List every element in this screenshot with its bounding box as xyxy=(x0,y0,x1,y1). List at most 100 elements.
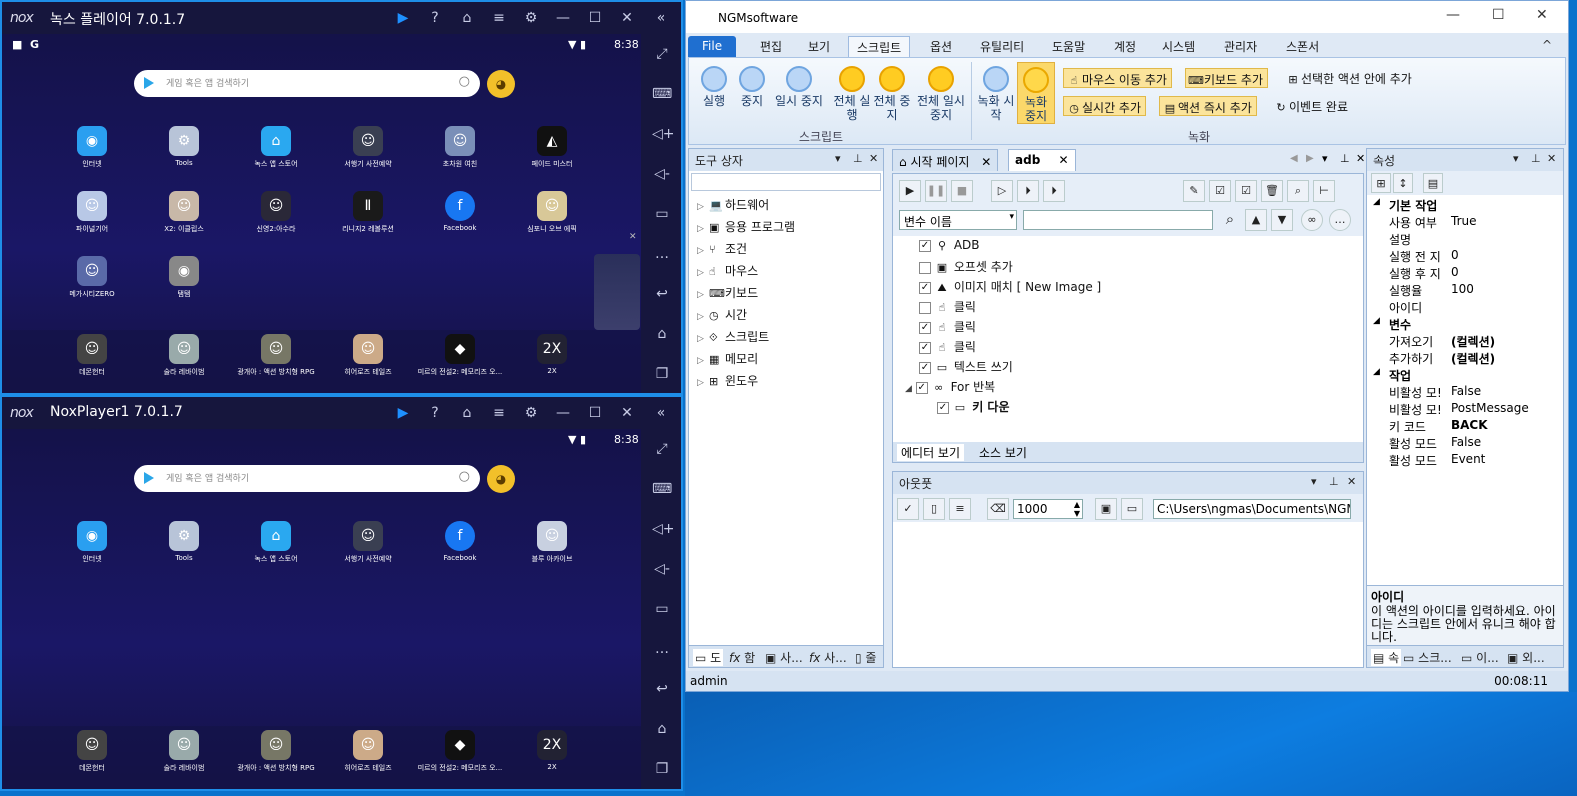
dock-app[interactable]: ☺ 데몬헌터 xyxy=(47,730,137,773)
app-icon[interactable]: ☺ 초차원 여친 xyxy=(415,126,505,169)
dropdown-icon[interactable]: ▾ xyxy=(835,152,841,165)
theme-icon[interactable]: ⌂ xyxy=(458,9,476,27)
home-icon[interactable]: ⌂ xyxy=(652,324,672,344)
checkbox[interactable]: ✓ xyxy=(915,381,928,394)
tab-editor-view[interactable]: 에디터 보기 xyxy=(897,444,965,461)
tree-item[interactable]: ▷ ▣ 응용 프로그램 xyxy=(697,217,795,239)
bottom-tab[interactable]: fx 함 xyxy=(729,649,755,666)
tab-list-icon[interactable]: ▾ xyxy=(1322,152,1328,165)
dock-app[interactable]: ☺ 히어로즈 테일즈 xyxy=(323,334,413,377)
property-row[interactable]: 실행 전 지0 xyxy=(1367,248,1563,265)
dock-app[interactable]: 2X 2X xyxy=(507,334,597,375)
back-icon[interactable]: ↩ xyxy=(652,679,672,699)
settings-icon[interactable]: ⚙ xyxy=(522,9,540,27)
dock-app[interactable]: ☺ 광개아 : 액션 방치형 RPG xyxy=(231,334,321,377)
search-icon[interactable]: ○ xyxy=(459,74,470,89)
property-row[interactable]: 추가하기 (컬렉션) xyxy=(1367,350,1563,367)
dropdown-icon[interactable]: ▾ xyxy=(1513,152,1519,165)
toolbox-search-input[interactable] xyxy=(691,173,881,191)
checkbox[interactable]: ✓ xyxy=(937,401,949,414)
property-row[interactable]: 키 코드 BACK xyxy=(1367,418,1563,435)
search-icon[interactable]: ○ xyxy=(459,469,470,484)
dock-app[interactable]: ☺ 광개아 : 액션 방치형 RPG xyxy=(231,730,321,773)
dock-app[interactable]: 2X 2X xyxy=(507,730,597,771)
search-icon[interactable]: ⌕ xyxy=(1287,180,1309,202)
screen-icon[interactable]: ▭ xyxy=(652,204,672,224)
action-row[interactable]: ✓ ▭ 키 다운 xyxy=(937,398,1010,416)
help-icon[interactable]: ? xyxy=(426,404,444,422)
bottom-tab[interactable]: ▭ 이... xyxy=(1461,649,1499,666)
dock-app[interactable]: ☺ 술라 레바이범 xyxy=(139,334,229,377)
property-row[interactable]: 설명 xyxy=(1367,231,1563,248)
home-icon[interactable]: ⌂ xyxy=(652,719,672,739)
app-icon[interactable]: ◭ 페이드 미스터 xyxy=(507,126,597,169)
property-row[interactable]: 사용 여부 True xyxy=(1367,214,1563,231)
app-icon[interactable]: ◉ 탬탬 xyxy=(139,256,229,299)
edit-icon[interactable]: ✎ xyxy=(1183,180,1205,202)
more-icon[interactable]: … xyxy=(652,639,672,659)
doc-icon[interactable]: ▯ xyxy=(923,498,945,520)
add-mouse-move-button[interactable]: ☝ 마우스 이동 추가 xyxy=(1063,68,1172,88)
more-icon[interactable]: … xyxy=(652,244,672,264)
stop-icon[interactable]: ■ xyxy=(951,180,973,202)
tree-item[interactable]: ▷ ◷ 시간 xyxy=(697,305,795,327)
bottom-tab[interactable]: ▯ 줄 xyxy=(855,649,876,666)
fullscreen-icon[interactable]: ⤢ xyxy=(652,44,672,64)
bottom-tab[interactable]: ▤ 속 xyxy=(1371,649,1402,666)
action-row[interactable]: ▣ 오프셋 추가 xyxy=(919,258,1013,276)
checkbox[interactable] xyxy=(919,261,931,274)
run-all-button[interactable]: 전체 실행 xyxy=(833,66,871,122)
action-row[interactable]: ✓ ☝ 클릭 xyxy=(919,318,976,336)
minimize-icon[interactable]: — xyxy=(554,9,572,27)
record-stop-button[interactable]: 녹화 중지 xyxy=(1017,62,1055,124)
save-icon[interactable]: ▣ xyxy=(1095,498,1117,520)
property-row[interactable]: 실행 후 지0 xyxy=(1367,265,1563,282)
checkbox[interactable]: ✓ xyxy=(919,341,931,354)
dock-app[interactable]: ◆ 미르의 전설2: 메모리즈 오... xyxy=(415,334,505,377)
pause-icon[interactable]: ❚❚ xyxy=(925,180,947,202)
tree-item[interactable]: ▷ ☝ 마우스 xyxy=(697,261,795,283)
dock-app[interactable]: ☺ 술라 레바이범 xyxy=(139,730,229,773)
bottom-tab[interactable]: ▭ 스크... xyxy=(1403,649,1452,666)
variable-select[interactable]: 변수 이름 ▾ xyxy=(899,210,1017,230)
volume-up-icon[interactable]: ◁+ xyxy=(652,124,675,144)
property-row[interactable]: 비활성 모! False xyxy=(1367,384,1563,401)
property-category[interactable]: ◢ 변수 xyxy=(1367,316,1563,333)
tab-utility[interactable]: 유틸리티 xyxy=(972,36,1032,57)
tab-view[interactable]: 보기 xyxy=(800,36,838,57)
app-icon[interactable]: ⌂ 녹스 앱 스토어 xyxy=(231,521,321,564)
play-icon[interactable]: ▶ xyxy=(899,180,921,202)
app-icon[interactable]: f Facebook xyxy=(415,191,505,232)
property-category[interactable]: ◢ 기본 작업 xyxy=(1367,197,1563,214)
bottom-tab[interactable]: ▣ 사... xyxy=(765,649,803,666)
maximize-icon[interactable]: ☐ xyxy=(1492,7,1505,23)
collapse-ribbon-icon[interactable]: ^ xyxy=(1534,36,1560,57)
app-icon[interactable]: ⌂ 녹스 앱 스토어 xyxy=(231,126,321,169)
collapse-sidebar-icon[interactable]: « xyxy=(652,404,670,422)
android-screen[interactable]: ■ G ▼ ▮ 8:38 게임 혹은 앱 검색하기 ○ ◕ ◉ 인터넷 ⚙ Tool… xyxy=(2,34,642,393)
dock-app[interactable]: ☺ 히어로즈 테일즈 xyxy=(323,730,413,773)
app-icon[interactable]: ☺ 신영2:아수라 xyxy=(231,191,321,234)
tab-admin[interactable]: 관리자 xyxy=(1216,36,1265,57)
variable-input[interactable] xyxy=(1023,210,1213,230)
pin-icon[interactable]: ⊥ xyxy=(1340,152,1350,165)
app-icon[interactable]: Ⅱ 리니지2 레볼루션 xyxy=(323,191,413,234)
event-complete-button[interactable]: ↻ 이벤트 완료 xyxy=(1271,96,1352,116)
tab-scroll-right-icon[interactable]: ▶ xyxy=(1306,153,1314,164)
keyboard-icon[interactable]: ⌨ xyxy=(652,84,672,104)
tab-file[interactable]: File xyxy=(688,36,737,57)
collapse-sidebar-icon[interactable]: « xyxy=(652,9,670,27)
dock-app[interactable]: ◆ 미르의 전설2: 메모리즈 오... xyxy=(415,730,505,773)
play-frame-icon[interactable]: ⏵ xyxy=(1043,180,1065,202)
bottom-tab[interactable]: ▭ 도 xyxy=(693,649,724,666)
close-icon[interactable]: ✕ xyxy=(1536,7,1548,23)
ad-close-icon[interactable]: ✕ xyxy=(629,232,637,242)
stop-button[interactable]: 중지 xyxy=(733,66,771,108)
mascot-icon[interactable]: ◕ xyxy=(487,465,515,493)
play-box-icon[interactable]: ⏵ xyxy=(1017,180,1039,202)
app-icon[interactable]: ☺ 심포니 오브 에픽 xyxy=(507,191,597,234)
pin-icon[interactable]: ⊥ xyxy=(1329,475,1339,488)
android-screen[interactable]: ▼ ▮ 8:38 게임 혹은 앱 검색하기 ○ ◕ ◉ 인터넷 ⚙ Tools ⌂ 녹… xyxy=(2,429,642,789)
record-start-button[interactable]: 녹화 시작 xyxy=(977,66,1015,122)
property-row[interactable]: 활성 모드 False xyxy=(1367,435,1563,452)
